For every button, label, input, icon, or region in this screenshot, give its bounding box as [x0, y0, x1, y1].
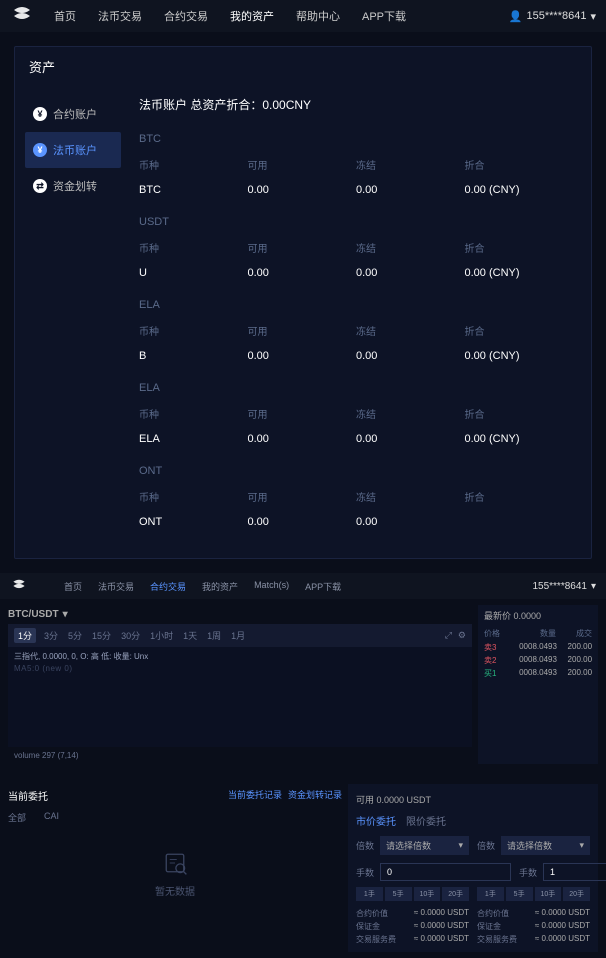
- timeframe-3分[interactable]: 3分: [42, 629, 60, 642]
- main-title: 法币账户 总资产折合：0.00CNY: [131, 96, 581, 123]
- empty-icon: [161, 849, 189, 877]
- chart-foot: volume 297 (7,14): [8, 747, 472, 764]
- empty-text: 暂无数据: [155, 883, 195, 898]
- quick-20手[interactable]: 20手: [563, 887, 590, 901]
- info-item: 保证金≈ 0.0000 USDT: [356, 921, 469, 932]
- nav-download[interactable]: APP下载: [305, 580, 341, 593]
- coin-section-header: ELA: [139, 376, 573, 400]
- sidebar-item-label: 资金划转: [53, 178, 97, 194]
- sidebar-item-transfer[interactable]: ⇄ 资金划转: [25, 168, 121, 204]
- book-header: 价格 数量 成交: [478, 626, 598, 641]
- tab-market[interactable]: 市价委托: [356, 813, 396, 828]
- leverage-select-buy[interactable]: 请选择倍数▾: [380, 836, 469, 855]
- leverage-label: 倍数: [477, 839, 497, 852]
- user-menu[interactable]: 👤 155****8641 ▾: [509, 10, 596, 23]
- coin-section-header: BTC: [139, 127, 573, 151]
- info-item: 保证金≈ 0.0000 USDT: [477, 921, 590, 932]
- chevron-down-icon: ▾: [590, 10, 596, 23]
- nav-home[interactable]: 首页: [64, 580, 82, 593]
- info-item: 交易服务费≈ 0.0000 USDT: [477, 934, 590, 945]
- chevron-down-icon: ▾: [579, 840, 584, 851]
- nav-contract[interactable]: 合约交易: [164, 8, 208, 24]
- quick-5手[interactable]: 5手: [506, 887, 533, 901]
- qty-input-buy[interactable]: [380, 863, 511, 881]
- timeframe-1天[interactable]: 1天: [181, 629, 199, 642]
- nav-fiat[interactable]: 法币交易: [98, 580, 134, 593]
- coin-section-header: ELA: [139, 293, 573, 317]
- timeframe-1周[interactable]: 1周: [205, 629, 223, 642]
- timeframe-5分[interactable]: 5分: [66, 629, 84, 642]
- panel-title: 资产: [15, 47, 591, 86]
- qty-input-sell[interactable]: [543, 863, 606, 881]
- nav-help[interactable]: 帮助中心: [296, 8, 340, 24]
- quick-1手[interactable]: 1手: [477, 887, 504, 901]
- timeframe-1月[interactable]: 1月: [229, 629, 247, 642]
- timeframe-15分[interactable]: 15分: [90, 629, 113, 642]
- expand-icon[interactable]: ⤢: [445, 630, 452, 641]
- quick-5手[interactable]: 5手: [385, 887, 412, 901]
- nav-assets[interactable]: 我的资产: [230, 8, 274, 24]
- quick-10手[interactable]: 10手: [535, 887, 562, 901]
- sidebar-item-label: 法币账户: [53, 142, 97, 158]
- qty-label: 手数: [519, 866, 539, 879]
- leverage-select-sell[interactable]: 请选择倍数▾: [501, 836, 590, 855]
- wallet-icon: ¥: [33, 107, 47, 121]
- chart-meta: 三指代, 0.0000, 0, O: 高 低: 收量: Unx: [14, 651, 466, 662]
- timeframe-1小时[interactable]: 1小时: [148, 629, 175, 642]
- available-balance: 可用 0.0000 USDT: [356, 790, 590, 809]
- nav-match[interactable]: Match(s): [254, 580, 289, 593]
- user-label: 155****8641: [527, 10, 587, 22]
- orderbook-row[interactable]: 卖20008.0493200.00: [478, 654, 598, 667]
- chart-sub: MA5:0 (new 0): [14, 664, 466, 673]
- timeframe-1分[interactable]: 1分: [14, 628, 36, 643]
- coin-row: U0.000.000.00 (CNY): [139, 261, 573, 285]
- coin-row: BTC0.000.000.00 (CNY): [139, 178, 573, 202]
- sidebar-item-contract[interactable]: ¥ 合约账户: [25, 96, 121, 132]
- delegate-title: 当前委托: [8, 788, 48, 803]
- coin-row: B0.000.000.00 (CNY): [139, 344, 573, 368]
- link-delegate-history[interactable]: 当前委托记录: [228, 788, 282, 803]
- coin-section-header: ONT: [139, 459, 573, 483]
- quick-10手[interactable]: 10手: [414, 887, 441, 901]
- quick-1手[interactable]: 1手: [356, 887, 383, 901]
- coin-row: ONT0.000.00: [139, 510, 573, 534]
- logo[interactable]: [10, 6, 34, 26]
- coin-row: ELA0.000.000.00 (CNY): [139, 427, 573, 451]
- info-item: 交易服务费≈ 0.0000 USDT: [356, 934, 469, 945]
- nav-home[interactable]: 首页: [54, 8, 76, 24]
- sidebar-item-fiat[interactable]: ¥ 法币账户: [25, 132, 121, 168]
- leverage-label: 倍数: [356, 839, 376, 852]
- orderbook-row[interactable]: 卖30008.0493200.00: [478, 641, 598, 654]
- transfer-icon: ⇄: [33, 179, 47, 193]
- info-item: 合约价值≈ 0.0000 USDT: [477, 908, 590, 919]
- nav-download[interactable]: APP下载: [362, 8, 406, 24]
- tab-limit[interactable]: 限价委托: [406, 813, 446, 828]
- wallet-icon: ¥: [33, 143, 47, 157]
- chevron-down-icon: ▾: [458, 840, 463, 851]
- pair-label: BTC/USDT: [8, 609, 59, 620]
- coin-section-header: USDT: [139, 210, 573, 234]
- orderbook-row[interactable]: 买10008.0493200.00: [478, 667, 598, 680]
- link-transfer-history[interactable]: 资金划转记录: [288, 788, 342, 803]
- chevron-down-icon[interactable]: ▾: [63, 609, 68, 620]
- user-label: 155****8641: [532, 581, 587, 592]
- sidebar-item-label: 合约账户: [53, 106, 97, 122]
- kline-chart[interactable]: 三指代, 0.0000, 0, O: 高 低: 收量: Unx MA5:0 (n…: [8, 647, 472, 747]
- book-title: 最新价 0.0000: [478, 605, 598, 626]
- user-icon: 👤: [509, 10, 523, 23]
- info-item: 合约价值≈ 0.0000 USDT: [356, 908, 469, 919]
- logo[interactable]: [10, 579, 28, 593]
- user-menu[interactable]: 155****8641 ▾: [532, 581, 596, 592]
- timeframe-30分[interactable]: 30分: [119, 629, 142, 642]
- nav-fiat[interactable]: 法币交易: [98, 8, 142, 24]
- filter-all[interactable]: 全部: [8, 811, 26, 824]
- chevron-down-icon: ▾: [591, 581, 596, 592]
- filter-cai[interactable]: CAI: [44, 811, 59, 824]
- settings-icon[interactable]: ⚙: [458, 630, 466, 641]
- quick-20手[interactable]: 20手: [442, 887, 469, 901]
- nav-assets[interactable]: 我的资产: [202, 580, 238, 593]
- nav-contract[interactable]: 合约交易: [150, 580, 186, 593]
- qty-label: 手数: [356, 866, 376, 879]
